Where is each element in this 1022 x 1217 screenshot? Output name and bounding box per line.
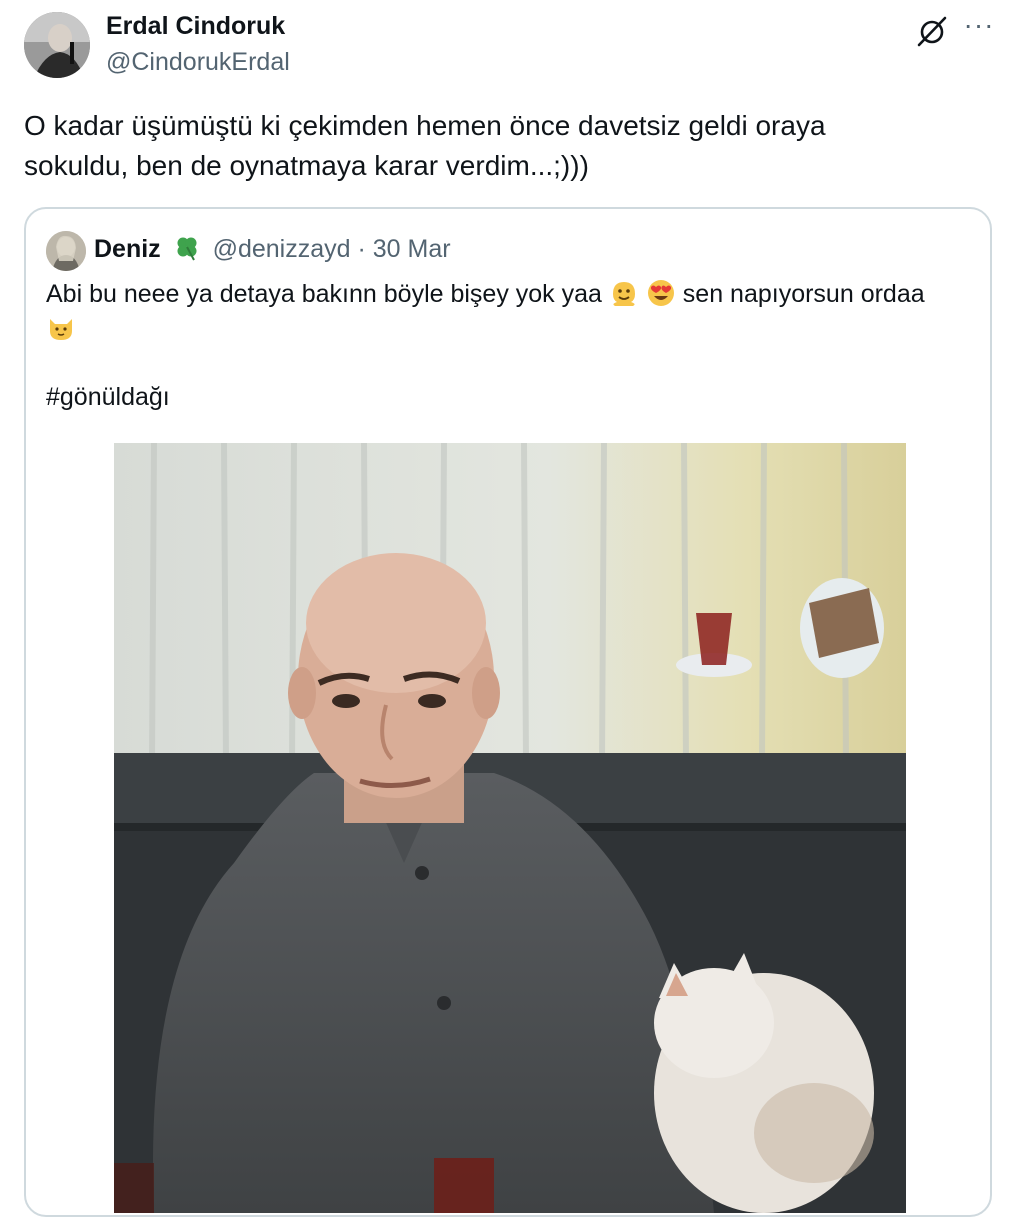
quote-text: Abi bu neee ya detaya bakınn böyle bişey… [46, 277, 976, 347]
tweet-text: O kadar üşümüştü ki çekimden hemen önce … [24, 110, 826, 181]
quote-media-image[interactable] [114, 443, 906, 1213]
quote-text-part1: Abi bu neee ya detaya bakınn böyle bişey… [46, 280, 602, 308]
author-name[interactable]: Erdal Cindoruk [106, 12, 285, 41]
quote-header: Deniz @denizzayd · 30 Mar [94, 235, 451, 264]
four-leaf-clover-icon [172, 235, 202, 261]
melting-face-icon [609, 278, 639, 308]
quote-hashtag[interactable]: #gönüldağı [46, 383, 170, 412]
grok-icon[interactable] [915, 14, 949, 48]
cat-face-icon [46, 313, 76, 343]
quote-date[interactable]: 30 Mar [373, 235, 451, 263]
quote-tweet-card[interactable]: Deniz @denizzayd · 30 Mar Abi bu neee ya… [24, 207, 992, 1217]
author-avatar[interactable] [24, 12, 90, 78]
quote-author-name[interactable]: Deniz [94, 235, 161, 263]
quote-author-avatar[interactable] [46, 231, 86, 271]
author-handle[interactable]: @CindorukErdal [106, 48, 290, 77]
quote-author-handle[interactable]: @denizzayd [213, 235, 351, 263]
heart-eyes-icon [646, 278, 676, 308]
more-icon[interactable]: ··· [962, 8, 996, 42]
quote-text-part2: sen napıyorsun ordaa [682, 280, 925, 308]
tweet: Erdal Cindoruk @CindorukErdal ··· O kada… [0, 0, 1022, 1217]
quote-separator: · [357, 235, 366, 263]
